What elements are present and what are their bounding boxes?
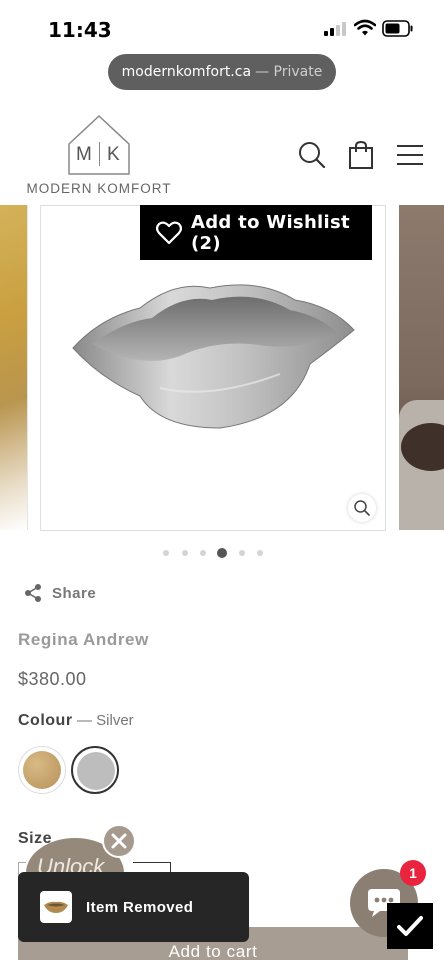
swatch-silver[interactable] [71, 746, 119, 794]
carousel-dot-active[interactable] [217, 548, 227, 558]
wishlist-label: Add to Wishlist (2) [191, 211, 350, 254]
toast-message: Item Removed [86, 898, 194, 916]
chat-unread-badge: 1 [400, 860, 426, 886]
logo-divider [99, 142, 100, 166]
notification-toast: Item Removed [18, 872, 249, 942]
colour-value: — Silver [77, 712, 134, 729]
wifi-icon [354, 19, 376, 36]
bowl-thumbnail-icon [44, 901, 68, 913]
search-icon[interactable] [297, 140, 327, 170]
carousel-pagination [160, 546, 270, 560]
carousel-dot[interactable] [182, 550, 188, 556]
menu-icon[interactable] [395, 140, 425, 170]
status-bar: 11:43 [0, 0, 444, 54]
brand-logo[interactable]: M K MODERN KOMFORT [26, 114, 172, 200]
battery-icon [382, 20, 413, 37]
silver-bowl-image [72, 284, 355, 429]
carousel-dot[interactable] [163, 550, 169, 556]
swatch-wood[interactable] [18, 746, 66, 794]
logo-wordmark: MODERN KOMFORT [26, 181, 172, 196]
share-icon [25, 584, 41, 602]
add-to-wishlist-button[interactable]: Add to Wishlist (2) [140, 205, 372, 260]
carousel-dot[interactable] [200, 550, 206, 556]
previous-slide-image[interactable] [0, 205, 28, 530]
checkout-shortcut-button[interactable] [387, 903, 433, 949]
checkmark-icon [397, 916, 423, 936]
url-domain: modernkomfort.ca [121, 64, 252, 80]
logo-letter-m: M [76, 144, 92, 165]
heart-icon [156, 221, 182, 244]
browser-url-bar[interactable]: modernkomfort.ca — Private [108, 54, 336, 90]
carousel-dot[interactable] [257, 550, 263, 556]
url-private-label: — Private [255, 64, 323, 80]
colour-option-label: Colour — Silver [18, 712, 134, 730]
product-vendor[interactable]: Regina Andrew [18, 630, 149, 650]
share-button[interactable]: Share [24, 582, 96, 604]
close-icon [111, 833, 127, 849]
zoom-icon [354, 500, 370, 516]
colour-label: Colour [18, 712, 73, 729]
cellular-signal-icon [324, 22, 348, 36]
logo-letter-k: K [107, 144, 120, 165]
product-price: $380.00 [18, 669, 87, 689]
status-time: 11:43 [48, 18, 112, 42]
carousel-dot[interactable] [239, 550, 245, 556]
unlock-close-button[interactable] [102, 824, 136, 858]
swatch-wood-fill [23, 751, 61, 789]
zoom-button[interactable] [348, 494, 376, 522]
toast-product-thumbnail [40, 891, 72, 923]
next-slide-image[interactable] [399, 205, 444, 530]
share-label: Share [52, 584, 97, 602]
swatch-silver-fill [77, 752, 115, 790]
shopping-bag-icon[interactable] [346, 140, 376, 170]
